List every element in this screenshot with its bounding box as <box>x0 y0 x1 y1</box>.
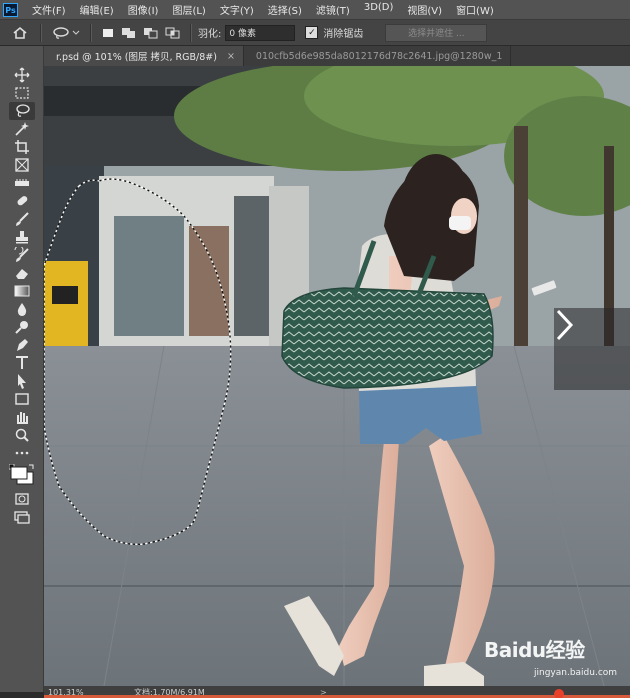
magic-wand-icon[interactable] <box>9 120 35 138</box>
menu-3d[interactable]: 3D(D) <box>364 2 394 17</box>
menu-window[interactable]: 窗口(W) <box>456 2 494 17</box>
pen-icon[interactable] <box>9 336 35 354</box>
menu-filter[interactable]: 滤镜(T) <box>316 2 350 17</box>
tab-label: 010cfb5d6e985da8012176d78c2641.jpg@1280w… <box>255 50 503 62</box>
clone-stamp-icon[interactable] <box>9 228 35 246</box>
divider <box>190 23 192 42</box>
chevron-right-icon <box>556 309 574 341</box>
menu-bar: Ps 文件(F) 编辑(E) 图像(I) 图层(L) 文字(Y) 选择(S) 滤… <box>0 0 630 19</box>
history-brush-icon[interactable] <box>9 246 35 264</box>
select-and-mask-button[interactable]: 选择并遮住 ... <box>385 23 488 42</box>
options-bar: 羽化: 0 像素 ✓ 消除锯齿 选择并遮住 ... <box>0 19 630 46</box>
photoshop-window: Ps 文件(F) 编辑(E) 图像(I) 图层(L) 文字(Y) 选择(S) 滤… <box>0 0 630 698</box>
gradient-icon[interactable] <box>9 282 35 300</box>
menu-edit[interactable]: 编辑(E) <box>80 2 114 17</box>
brush-icon[interactable] <box>9 210 35 228</box>
antialias-label: 消除锯齿 <box>323 29 364 40</box>
baidu-watermark: Baidu经验 jingyan.baidu.com <box>484 632 624 682</box>
tab-document-jpg[interactable]: 010cfb5d6e985da8012176d78c2641.jpg@1280w… <box>244 46 512 66</box>
watermark-url: jingyan.baidu.com <box>534 668 618 678</box>
healing-brush-icon[interactable] <box>9 192 35 210</box>
crop-icon[interactable] <box>9 138 35 156</box>
quick-mask-icon[interactable] <box>9 490 35 508</box>
eraser-icon[interactable] <box>9 264 35 282</box>
next-image-button[interactable] <box>554 308 630 390</box>
subtract-selection-icon[interactable] <box>140 24 162 42</box>
lasso-preset-icon[interactable] <box>48 24 84 42</box>
menu-type[interactable]: 文字(Y) <box>220 2 254 17</box>
frame-icon[interactable] <box>9 156 35 174</box>
divider <box>40 23 42 42</box>
menu-file[interactable]: 文件(F) <box>32 2 66 17</box>
document-canvas[interactable]: Baidu经验 jingyan.baidu.com <box>44 66 630 686</box>
blur-icon[interactable] <box>9 300 35 318</box>
marquee-icon[interactable] <box>9 84 35 102</box>
color-swatches-icon[interactable] <box>9 464 35 486</box>
screen-mode-icon[interactable] <box>9 508 35 526</box>
antialias-checkbox[interactable]: ✓ <box>305 26 319 39</box>
dodge-icon[interactable] <box>9 318 35 336</box>
lasso-icon[interactable] <box>9 102 35 120</box>
intersect-selection-icon[interactable] <box>162 24 184 42</box>
new-selection-icon[interactable] <box>98 24 118 42</box>
divider <box>90 23 92 42</box>
progress-handle[interactable] <box>554 689 564 698</box>
eyedropper-icon[interactable] <box>9 174 35 192</box>
more-tools-icon[interactable] <box>9 444 35 462</box>
tools-panel <box>0 46 44 692</box>
feather-label: 羽化: <box>198 29 222 40</box>
document-tabs: r.psd @ 101% (图层 拷贝, RGB/8#) × 010cfb5d6… <box>44 46 630 66</box>
move-icon[interactable] <box>9 66 35 84</box>
zoom-icon[interactable] <box>9 426 35 444</box>
feather-input[interactable]: 0 像素 <box>225 24 296 41</box>
watermark-logo: Baidu经验 <box>484 638 585 662</box>
tab-label: r.psd @ 101% (图层 拷贝, RGB/8#) <box>56 52 217 63</box>
menu-select[interactable]: 选择(S) <box>268 2 302 17</box>
tab-document-psd[interactable]: r.psd @ 101% (图层 拷贝, RGB/8#) × <box>44 46 244 66</box>
tab-close-icon[interactable]: × <box>227 51 235 62</box>
hand-icon[interactable] <box>9 408 35 426</box>
menu-items: 文件(F) 编辑(E) 图像(I) 图层(L) 文字(Y) 选择(S) 滤镜(T… <box>32 2 494 17</box>
add-selection-icon[interactable] <box>118 24 140 42</box>
menu-view[interactable]: 视图(V) <box>407 2 442 17</box>
status-bar: 101.31% 文档:1.70M/6.91M > <box>44 686 630 698</box>
rectangle-icon[interactable] <box>9 390 35 408</box>
photo-image <box>44 66 630 686</box>
ps-logo-icon: Ps <box>3 2 18 17</box>
path-selection-icon[interactable] <box>9 372 35 390</box>
type-icon[interactable] <box>9 354 35 372</box>
home-icon[interactable] <box>6 24 34 42</box>
menu-image[interactable]: 图像(I) <box>128 2 159 17</box>
menu-layer[interactable]: 图层(L) <box>172 2 205 17</box>
